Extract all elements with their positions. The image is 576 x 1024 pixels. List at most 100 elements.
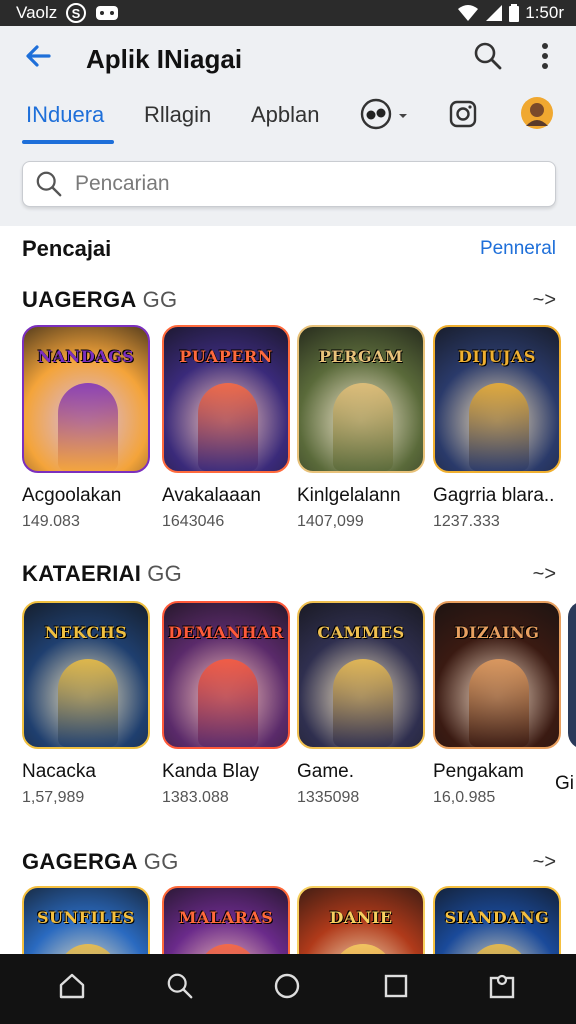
app-icon-tile[interactable]: SUNFILES — [22, 886, 150, 956]
app-card[interactable]: PUAPERN Avakalaaan 1643046 — [162, 325, 290, 531]
filter-dropdown[interactable] — [356, 98, 412, 134]
nav-search-button[interactable] — [160, 968, 200, 1008]
game-logo-text: DIJUJAS — [458, 347, 536, 366]
game-logo-text: NANDAGS — [37, 347, 135, 366]
nav-home-button[interactable] — [52, 968, 92, 1008]
nav-recents-button[interactable] — [376, 968, 416, 1008]
section-more-arrow[interactable]: ~> — [533, 851, 556, 874]
game-logo-text: PUAPERN — [179, 347, 273, 366]
download-count: 1,57,989 — [22, 789, 85, 806]
app-icon-tile[interactable]: NEKCHS — [22, 601, 150, 749]
game-logo-text: DIZAING — [454, 623, 540, 642]
app-icon-tile[interactable]: MALARAS — [162, 886, 290, 956]
app-card[interactable]: CAMMES Game. 1335098 — [297, 601, 425, 807]
game-logo-text: SIANDANG — [444, 908, 550, 927]
app-name: Acgoolakan — [22, 485, 122, 506]
app-name: Pengakam — [433, 761, 524, 782]
game-logo-text: PERGAM — [318, 347, 404, 366]
app-icon-tile[interactable]: DANIE — [297, 886, 425, 956]
chevron-down-icon — [398, 107, 408, 125]
download-count: 1407,099 — [297, 513, 364, 530]
more-options-button[interactable] — [530, 40, 560, 76]
game-character-art — [333, 659, 393, 747]
app-icon-tile[interactable]: DIJUJAS — [433, 325, 561, 473]
page-title: Aplik INiagai — [86, 44, 243, 74]
download-count: 1237.333 — [433, 513, 500, 530]
search-icon — [473, 41, 503, 76]
app-card[interactable]: NANDAGS Acgoolakan 149.083 — [22, 325, 150, 531]
game-character-art — [469, 383, 529, 471]
tab-apblan[interactable]: Apblan — [251, 102, 320, 128]
active-tab-indicator — [22, 140, 114, 144]
game-character-art — [469, 659, 529, 747]
app-icon-tile[interactable]: CAMMES — [297, 601, 425, 749]
app-card[interactable]: DIZAING Pengakam 16,0.985 — [433, 601, 561, 807]
download-count: 16,0.985 — [433, 789, 496, 806]
app-name: Kanda Blay — [162, 761, 260, 782]
nav-profile-button[interactable] — [482, 968, 522, 1008]
game-character-art — [198, 383, 258, 471]
app-row: NANDAGS Acgoolakan 149.083 PUAPERN Avakalaaa… — [22, 325, 576, 545]
game-logo-text: DANIE — [329, 908, 393, 927]
gamepad-icon — [95, 4, 119, 22]
app-name: Game. — [297, 761, 355, 782]
app-card[interactable]: SUNFILES — [22, 886, 150, 956]
status-time: 1:50r — [525, 3, 564, 22]
app-icon-tile[interactable]: SIANDANG — [433, 886, 561, 956]
section-more-arrow[interactable]: ~> — [533, 563, 556, 586]
section-header-1: UAGERGA GG ~> — [22, 287, 556, 313]
app-card[interactable]: NEKCHS Nacacka 1,57,989 — [22, 601, 150, 807]
app-card[interactable]: DEMANHAR Kanda Blay 1383.088 — [162, 601, 290, 807]
app-card[interactable]: PERGAM Kinlgelalann 1407,099 — [297, 325, 425, 531]
profile-avatar[interactable] — [520, 96, 554, 135]
app-icon-tile[interactable]: PUAPERN — [162, 325, 290, 473]
game-logo-text: SUNFILES — [37, 908, 135, 927]
status-carrier-text: Vaolz — [16, 3, 58, 22]
signal-icon — [485, 4, 503, 22]
nav-circle-button[interactable] — [267, 968, 307, 1008]
featured-header: Pencajai Penneral — [22, 236, 556, 262]
instagram-button[interactable] — [446, 99, 480, 133]
avatar-icon — [520, 96, 554, 135]
game-character-art — [58, 659, 118, 747]
data-saver-icon: S — [65, 2, 87, 24]
section-title: GAGERGA GG — [22, 849, 179, 874]
app-icon-tile[interactable]: DIZAING — [433, 601, 561, 749]
section-title: KATAERIAI GG — [22, 561, 183, 586]
app-row: SUNFILES MALARAS DANIE SIANDANG — [22, 886, 576, 956]
section-more-arrow[interactable]: ~> — [533, 289, 556, 312]
game-character-art — [333, 383, 393, 471]
system-nav-bar — [0, 954, 576, 1024]
game-character-art — [58, 383, 118, 471]
camera-icon — [448, 99, 478, 134]
wifi-icon — [457, 4, 479, 22]
download-count: 149.083 — [22, 513, 80, 530]
download-count: 1335098 — [297, 789, 360, 806]
battery-icon — [509, 4, 520, 22]
game-logo-text: DEMANHAR — [168, 623, 284, 642]
see-all-link[interactable]: Penneral — [480, 238, 556, 260]
app-name: Gagrria blara.. — [433, 485, 555, 506]
app-card[interactable]: MALARAS — [162, 886, 290, 956]
search-field-icon — [23, 170, 75, 198]
app-card[interactable]: DIJUJAS Gagrria blara.. 1237.333 — [433, 325, 561, 531]
peek-card-name: Gi — [555, 773, 574, 794]
app-icon-tile[interactable]: PERGAM — [297, 325, 425, 473]
tab-induera[interactable]: INduera — [26, 102, 104, 128]
search-field[interactable] — [22, 161, 556, 207]
peek-app-tile[interactable] — [568, 601, 576, 749]
app-card[interactable]: DANIE — [297, 886, 425, 956]
app-icon-tile[interactable]: NANDAGS — [22, 325, 150, 473]
search-input[interactable] — [75, 172, 535, 196]
back-arrow-icon — [23, 41, 53, 76]
game-logo-text: NEKCHS — [44, 623, 128, 642]
app-icon-tile[interactable]: DEMANHAR — [162, 601, 290, 749]
featured-heading: Pencajai — [22, 236, 112, 261]
top-app-bar: Aplik INiagai — [0, 38, 576, 78]
tab-rllagin[interactable]: Rllagin — [144, 102, 211, 128]
status-bar: Vaolz S 1:50r — [0, 0, 576, 26]
back-button[interactable] — [20, 40, 56, 76]
app-card[interactable]: SIANDANG — [433, 886, 561, 956]
app-name: Nacacka — [22, 761, 96, 782]
search-button[interactable] — [470, 40, 506, 76]
